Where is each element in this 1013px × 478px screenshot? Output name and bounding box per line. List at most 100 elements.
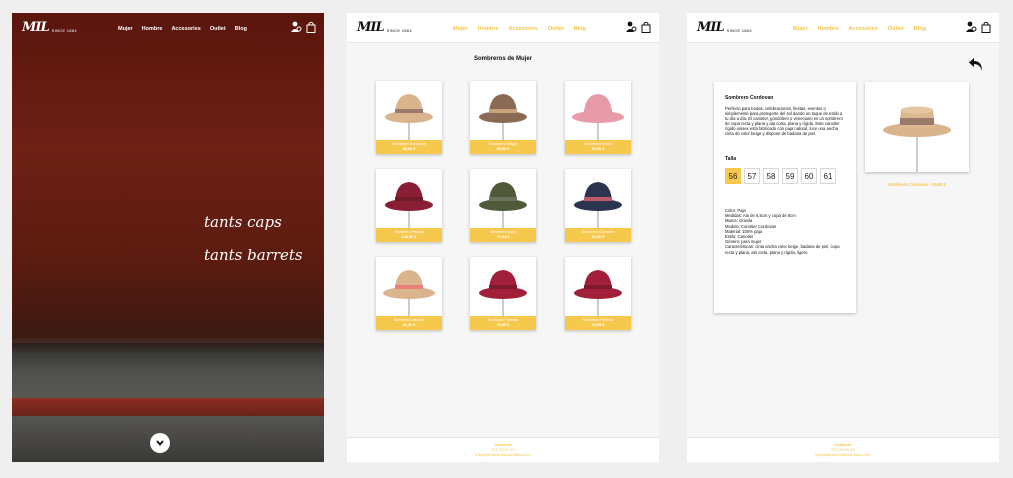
chevron-down-icon	[156, 440, 164, 446]
hat-image	[385, 94, 433, 141]
hat-stack-image	[52, 153, 157, 408]
nav-item-outlet[interactable]: Outlet	[888, 26, 904, 32]
product-price: 59,50 €	[496, 147, 510, 151]
nav-item-outlet[interactable]: Outlet	[210, 26, 226, 32]
size-option[interactable]: 59	[782, 168, 798, 184]
back-arrow-icon[interactable]	[968, 56, 984, 72]
product-name: Sombrero Mayje	[489, 141, 517, 146]
header: MIL SINCE 1864 Mujer Hombre Accesories O…	[12, 13, 324, 43]
product-name: Sombrero Mitchell	[393, 317, 425, 322]
product-card[interactable]: Sombrero Mayje 59,50 €	[470, 81, 536, 154]
footer-email[interactable]: info@barretsmilsince1864.com	[687, 452, 999, 457]
product-label: Sombrero Cordovan 89,00 €	[376, 140, 442, 154]
user-icon[interactable]	[626, 21, 637, 33]
product-name: Sombrero Lady	[490, 229, 516, 234]
product-image	[470, 81, 536, 141]
product-name: Sombrero Chesden	[581, 229, 615, 234]
product-price: 146,00 €	[401, 235, 417, 239]
hat-image	[574, 270, 622, 317]
product-card[interactable]: Sombrero Pamela 78,95 €	[470, 257, 536, 330]
size-option[interactable]: 57	[744, 168, 760, 184]
product-label: Sombrero Pamela 78,95 €	[470, 316, 536, 330]
product-card[interactable]: Sombrero Chesden 92,00 €	[565, 169, 631, 242]
product-card[interactable]: Sombrero Cordovan 89,00 €	[376, 81, 442, 154]
product-image	[565, 81, 631, 141]
product-name: Sombrero Chole	[584, 141, 612, 146]
nav-item-accesories[interactable]: Accesories	[508, 26, 537, 32]
hero-tagline-1: tants caps	[204, 213, 282, 231]
hat-image	[383, 270, 435, 317]
logo[interactable]: MIL SINCE 1864	[22, 21, 77, 34]
product-card[interactable]: Sombrero Pamela 78,95 €	[565, 257, 631, 330]
product-card[interactable]: Sombrero Mitchell 41,30 €	[376, 257, 442, 330]
header: MIL SINCE 1864 Mujer Hombre Accesories O…	[687, 13, 999, 43]
scroll-down-button[interactable]	[150, 433, 170, 453]
product-image	[470, 257, 536, 317]
hat-image	[479, 182, 527, 229]
product-caption: Sombrero Cordovan - 89,00 €	[887, 182, 947, 187]
hat-image	[479, 94, 527, 141]
product-image	[565, 257, 631, 317]
hat-image	[574, 182, 622, 229]
size-option[interactable]: 58	[763, 168, 779, 184]
product-price: 78,95 €	[591, 323, 605, 327]
size-option[interactable]: 61	[820, 168, 836, 184]
product-price: 78,95 €	[496, 323, 510, 327]
logo[interactable]: MIL SINCE 1864	[697, 21, 752, 34]
product-card[interactable]: Sombrero Lady 71,54 €	[470, 169, 536, 242]
product-image	[470, 169, 536, 229]
product-label: Sombrero Chole 59,00 €	[565, 140, 631, 154]
bag-icon[interactable]	[981, 21, 991, 33]
bag-icon[interactable]	[306, 21, 316, 33]
product-card[interactable]: Sombrero Fedora 146,00 €	[376, 169, 442, 242]
nav-item-accesories[interactable]: Accesories	[848, 26, 877, 32]
product-name: Sombrero Pamela	[487, 317, 519, 322]
nav-item-hombre[interactable]: Hombre	[818, 26, 839, 32]
product-description: Perfecto para bodas, celebraciones, fies…	[725, 106, 843, 136]
footer-email[interactable]: info@barretsmilsince1864.com	[347, 452, 659, 457]
product-name: Sombrero Cordovan	[391, 141, 427, 146]
product-card[interactable]: Sombrero Chole 59,00 €	[565, 81, 631, 154]
product-name: Sombrero Pamela	[582, 317, 614, 322]
nav-item-hombre[interactable]: Hombre	[142, 26, 163, 32]
size-label: Talla	[725, 156, 737, 162]
nav-item-accesories[interactable]: Accesories	[171, 26, 200, 32]
nav-item-outlet[interactable]: Outlet	[548, 26, 564, 32]
product-price: 41,30 €	[402, 323, 416, 327]
footer: Contacto 972 23 51 43 info@barretsmilsin…	[687, 437, 999, 462]
product-label: Sombrero Fedora 146,00 €	[376, 228, 442, 242]
nav-item-hombre[interactable]: Hombre	[478, 26, 499, 32]
logo[interactable]: MIL SINCE 1864	[357, 21, 412, 34]
nav-item-mujer[interactable]: Mujer	[453, 26, 468, 32]
product-price: 71,54 €	[496, 235, 510, 239]
user-icon[interactable]	[291, 21, 302, 33]
nav-item-blog[interactable]: Blog	[914, 26, 926, 32]
product-label: Sombrero Pamela 78,95 €	[565, 316, 631, 330]
size-option[interactable]: 56	[725, 168, 741, 184]
main-nav: Mujer Hombre Accesories Outlet Blog	[118, 26, 247, 32]
nav-item-blog[interactable]: Blog	[235, 26, 247, 32]
hat-image	[572, 94, 624, 141]
footer: Contacto 972 23 51 43 info@barretsmilsin…	[347, 437, 659, 462]
hat-image	[385, 182, 433, 229]
main-nav: Mujer Hombre Accesories Outlet Blog	[453, 26, 586, 32]
user-icon[interactable]	[966, 21, 977, 33]
spec-line: Características: cinta ancha color beige…	[725, 244, 840, 255]
product-price: 89,00 €	[402, 147, 416, 151]
product-image	[565, 169, 631, 229]
product-detail-screen: MIL SINCE 1864 Mujer Hombre Accesories O…	[687, 13, 999, 462]
nav-item-mujer[interactable]: Mujer	[793, 26, 808, 32]
main-nav: Mujer Hombre Accesories Outlet Blog	[793, 26, 926, 32]
bag-icon[interactable]	[641, 21, 651, 33]
size-option[interactable]: 60	[801, 168, 817, 184]
nav-item-mujer[interactable]: Mujer	[118, 26, 133, 32]
product-name: Sombrero Fedora	[394, 229, 424, 234]
product-price: 59,00 €	[591, 147, 605, 151]
product-label: Sombrero Lady 71,54 €	[470, 228, 536, 242]
product-image	[376, 257, 442, 317]
product-label: Sombrero Mayje 59,50 €	[470, 140, 536, 154]
boater-hat-image	[883, 106, 951, 172]
nav-item-blog[interactable]: Blog	[574, 26, 586, 32]
size-selector: 56 57 58 59 60 61	[725, 168, 845, 184]
product-description-card: Sombrero Cordovan Perfecto para bodas, c…	[714, 82, 856, 313]
